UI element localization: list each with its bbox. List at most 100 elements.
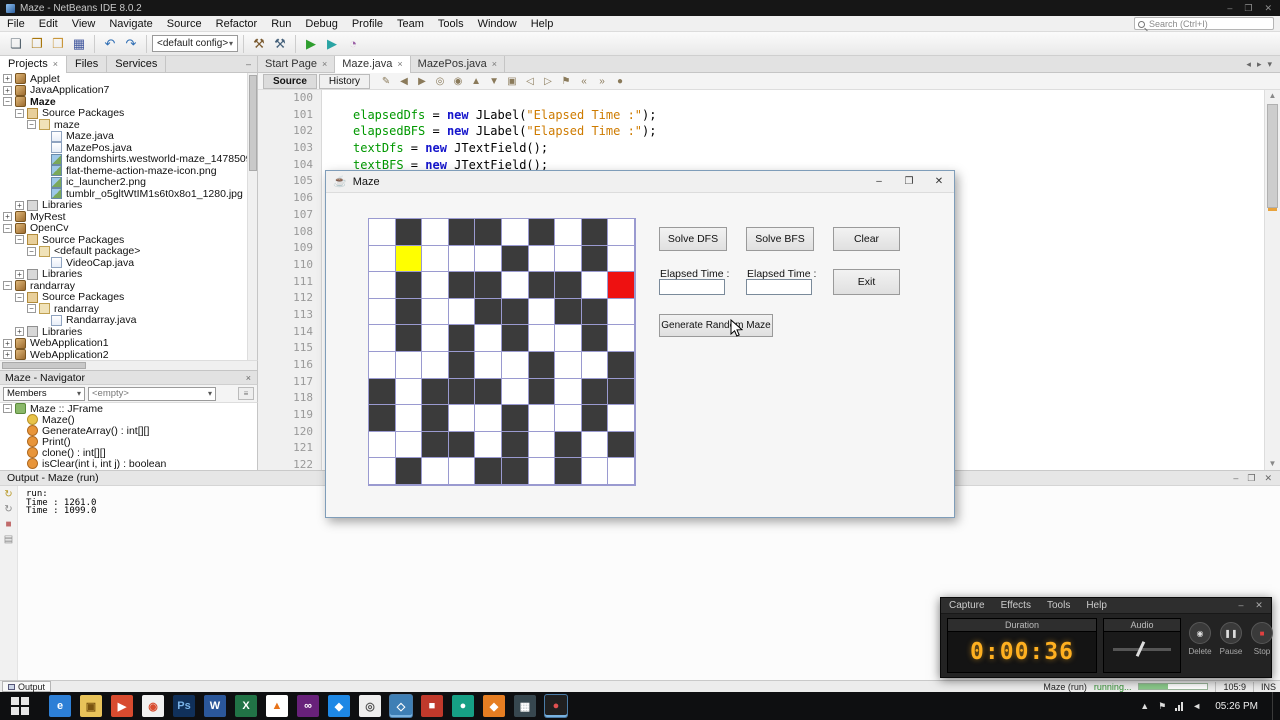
navigator-item[interactable]: isClear(int i, int j) : boolean <box>0 458 257 470</box>
recorder-menu-effects[interactable]: Effects <box>993 600 1039 611</box>
editor-vertical-scrollbar[interactable]: ▲ ▼ <box>1264 90 1280 470</box>
project-tree-item[interactable]: ic_launcher2.png <box>0 176 247 188</box>
bfs-time-field[interactable] <box>746 279 812 295</box>
delete-button[interactable]: ◉ Delete <box>1187 622 1213 656</box>
rerun-icon[interactable]: ↻ <box>4 490 12 500</box>
app-blue-taskbar-icon[interactable]: ◆ <box>328 695 350 717</box>
maze-window-titlebar[interactable]: ☕ Maze – ❐ ✕ <box>326 171 954 193</box>
find-selection-icon[interactable]: ◎ <box>432 74 448 88</box>
debug-project-icon[interactable]: ▶ <box>322 34 342 54</box>
scroll-down-icon[interactable]: ▼ <box>1265 458 1280 470</box>
run-project-icon[interactable]: ▶ <box>301 34 321 54</box>
slider-thumb[interactable] <box>1135 641 1146 657</box>
menu-refactor[interactable]: Refactor <box>209 18 265 30</box>
undo-icon[interactable]: ↶ <box>100 34 120 54</box>
output-minimized-tab[interactable]: Output <box>2 681 52 692</box>
previous-occurrence-icon[interactable]: ▲ <box>468 74 484 88</box>
tab-projects[interactable]: Projects × <box>0 55 68 73</box>
minimize-icon[interactable]: – <box>1227 3 1232 14</box>
save-all-icon[interactable]: ▦ <box>69 34 89 54</box>
expander-plus-icon[interactable]: + <box>3 338 12 348</box>
recorder-menu-capture[interactable]: Capture <box>941 600 993 611</box>
previous-bookmark-icon[interactable]: ◁ <box>522 74 538 88</box>
expander-minus-icon[interactable]: − <box>27 246 36 256</box>
media-player-taskbar-icon[interactable]: ▶ <box>111 695 133 717</box>
internet-explorer-taskbar-icon[interactable]: e <box>49 695 71 717</box>
menu-team[interactable]: Team <box>390 18 431 30</box>
network-icon[interactable] <box>1175 701 1184 711</box>
app-orange-taskbar-icon[interactable]: ◆ <box>483 695 505 717</box>
scroll-right-icon[interactable]: ▸ <box>1257 59 1262 70</box>
file-explorer-taskbar-icon[interactable]: ▣ <box>80 695 102 717</box>
menu-view[interactable]: View <box>65 18 103 30</box>
solve-bfs-button[interactable]: Solve BFS <box>746 227 814 251</box>
new-project-icon[interactable]: ❐ <box>27 34 47 54</box>
project-tree-item[interactable]: Maze.java <box>0 130 247 142</box>
expander-plus-icon[interactable]: + <box>15 269 24 279</box>
navigator-item[interactable]: clone() : int[][] <box>0 447 257 459</box>
ide-search-box[interactable]: Search (Ctrl+I) <box>1134 17 1274 30</box>
project-tree-item[interactable]: + Libraries <box>0 268 247 280</box>
next-bookmark-icon[interactable]: ▷ <box>540 74 556 88</box>
start-button[interactable] <box>7 693 33 719</box>
expander-minus-icon[interactable]: − <box>27 120 36 130</box>
expander-plus-icon[interactable]: + <box>15 327 24 337</box>
generate-random-maze-button[interactable]: Generate Random Maze <box>659 314 773 337</box>
stop-button[interactable]: ■ Stop <box>1249 622 1275 656</box>
menu-run[interactable]: Run <box>264 18 298 30</box>
netbeans-taskbar-icon[interactable]: ◇ <box>390 695 412 717</box>
open-project-icon[interactable]: ❒ <box>48 34 68 54</box>
close-icon[interactable]: ✕ <box>924 171 954 193</box>
expander-plus-icon[interactable]: + <box>3 74 12 84</box>
minimize-icon[interactable]: – <box>864 171 894 193</box>
scrollbar-thumb[interactable] <box>1267 104 1278 208</box>
close-icon[interactable]: ✕ <box>1264 473 1272 484</box>
pause-button[interactable]: ❚❚ Pause <box>1218 622 1244 656</box>
solve-dfs-button[interactable]: Solve DFS <box>659 227 727 251</box>
menu-debug[interactable]: Debug <box>298 18 344 30</box>
navigator-members-select[interactable]: Members ▾ <box>3 386 85 401</box>
close-icon[interactable]: ✕ <box>1252 600 1266 611</box>
vlc-taskbar-icon[interactable]: ▲ <box>266 695 288 717</box>
clear-output-icon[interactable]: ▤ <box>4 535 13 545</box>
navigator-filter-input[interactable]: <empty> ▾ <box>88 386 216 401</box>
redo-icon[interactable]: ↷ <box>121 34 141 54</box>
profile-project-icon[interactable]: ◔ <box>343 34 363 54</box>
project-tree-item[interactable]: + WebApplication2 <box>0 349 247 360</box>
action-center-icon[interactable]: ⚑ <box>1158 701 1166 712</box>
clean-and-build-project-icon[interactable]: ⚒ <box>270 34 290 54</box>
new-file-icon[interactable]: ❏ <box>6 34 26 54</box>
expander-plus-icon[interactable]: + <box>3 85 12 95</box>
exit-button[interactable]: Exit <box>833 269 900 295</box>
navigator-item[interactable]: Print() <box>0 436 257 448</box>
menu-edit[interactable]: Edit <box>32 18 65 30</box>
menu-window[interactable]: Window <box>471 18 524 30</box>
visual-studio-taskbar-icon[interactable]: ∞ <box>297 695 319 717</box>
close-icon[interactable]: × <box>397 59 402 69</box>
project-tree-item[interactable]: + Libraries <box>0 199 247 211</box>
menu-file[interactable]: File <box>0 18 32 30</box>
project-tree-item[interactable]: + Applet <box>0 73 247 85</box>
show-desktop-button[interactable] <box>1272 692 1278 720</box>
expander-minus-icon[interactable]: − <box>15 235 24 245</box>
scroll-up-icon[interactable]: ▲ <box>1265 90 1280 102</box>
scrollbar-thumb[interactable] <box>2 362 86 369</box>
next-occurrence-icon[interactable]: ▼ <box>486 74 502 88</box>
clock[interactable]: 05:26 PM <box>1210 701 1263 712</box>
close-icon[interactable]: × <box>53 59 58 69</box>
dfs-time-field[interactable] <box>659 279 725 295</box>
expander-plus-icon[interactable]: + <box>3 212 12 222</box>
project-tree-item[interactable]: + JavaApplication7 <box>0 84 247 96</box>
float-icon[interactable]: ❐ <box>1247 473 1255 484</box>
project-tree-item[interactable]: tumblr_o5gltWtIM1s6t0x8o1_1280.jpg <box>0 188 247 200</box>
expander-minus-icon[interactable]: − <box>3 223 12 233</box>
app-dark-taskbar-icon[interactable]: ▦ <box>514 695 536 717</box>
last-edited-icon[interactable]: ✎ <box>378 74 394 88</box>
expander-minus-icon[interactable]: − <box>3 281 12 291</box>
toggle-bookmark-icon[interactable]: ⚑ <box>558 74 574 88</box>
navigator-item[interactable]: Maze() <box>0 414 257 426</box>
scroll-left-icon[interactable]: ◂ <box>1246 59 1251 70</box>
line-number-gutter[interactable]: 100 101 102 103 104 105 106 107 108 109 110 111 112 1… <box>258 90 322 470</box>
shift-left-icon[interactable]: « <box>576 74 592 88</box>
config-select[interactable]: <default config> ▾ <box>152 35 238 52</box>
